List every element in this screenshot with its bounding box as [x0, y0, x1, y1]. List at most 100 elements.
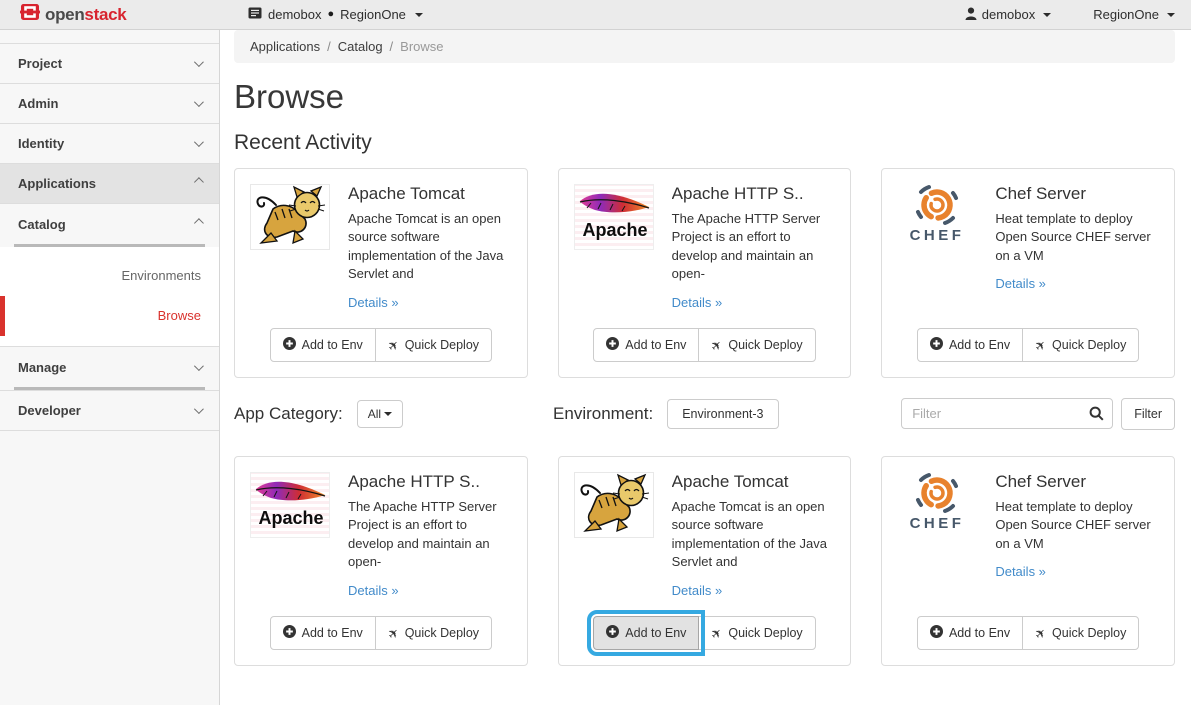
- quick-deploy-button[interactable]: ✈ Quick Deploy: [698, 616, 815, 650]
- quick-deploy-button[interactable]: ✈ Quick Deploy: [375, 616, 492, 650]
- details-link[interactable]: Details »: [995, 276, 1046, 291]
- brand-text: openstack: [45, 5, 126, 25]
- user-menu-label: demobox: [982, 7, 1035, 22]
- catalog-children: Environments Browse: [0, 247, 219, 347]
- app-card: Apache Apache HTTP S.. The Apache HTTP S…: [558, 168, 852, 378]
- person-icon: [965, 7, 977, 23]
- openstack-mark-icon: [20, 3, 40, 26]
- rocket-icon: ✈: [708, 337, 725, 354]
- app-description: Apache Tomcat is an open source software…: [672, 498, 836, 572]
- app-description: The Apache HTTP Server Project is an eff…: [672, 210, 836, 284]
- rocket-icon: ✈: [708, 625, 725, 642]
- details-link[interactable]: Details »: [672, 295, 723, 310]
- quick-deploy-button[interactable]: ✈ Quick Deploy: [1022, 616, 1139, 650]
- recent-activity-title: Recent Activity: [234, 131, 1191, 155]
- breadcrumb-catalog[interactable]: Catalog: [338, 39, 383, 54]
- chef-logo: CHEF: [897, 184, 977, 250]
- page-title: Browse: [234, 78, 1191, 116]
- quick-deploy-button[interactable]: ✈ Quick Deploy: [375, 328, 492, 362]
- quick-deploy-button[interactable]: ✈ Quick Deploy: [1022, 328, 1139, 362]
- rocket-icon: ✈: [1032, 625, 1049, 642]
- plus-circle-icon: [930, 337, 943, 353]
- apache-logo: Apache: [574, 184, 654, 250]
- app-description: Heat template to deploy Open Source CHEF…: [995, 498, 1159, 553]
- chevron-down-icon: [384, 412, 392, 416]
- sidebar-top-strip: [0, 30, 219, 44]
- add-to-env-button[interactable]: Add to Env: [270, 328, 376, 362]
- top-navbar: openstack demobox ● RegionOne demobox Re…: [0, 0, 1191, 30]
- details-link[interactable]: Details »: [348, 583, 399, 598]
- svg-text:CHEF: CHEF: [910, 227, 965, 244]
- plus-circle-icon: [606, 337, 619, 353]
- plus-circle-icon: [606, 625, 619, 641]
- app-card: CHEF Chef Server Heat template to deploy…: [881, 168, 1175, 378]
- breadcrumb-separator: /: [327, 39, 331, 54]
- chevron-down-icon: [194, 137, 204, 147]
- rocket-icon: ✈: [385, 625, 402, 642]
- chevron-down-icon: [194, 404, 204, 414]
- sidebar-item-browse[interactable]: Browse: [0, 296, 219, 336]
- app-title: Apache Tomcat: [348, 184, 512, 204]
- chevron-down-icon: [194, 97, 204, 107]
- search-icon: [1089, 406, 1104, 426]
- plus-circle-icon: [930, 625, 943, 641]
- app-title: Chef Server: [995, 184, 1159, 204]
- app-card: Apache Tomcat Apache Tomcat is an open s…: [234, 168, 528, 378]
- app-description: Apache Tomcat is an open source software…: [348, 210, 512, 284]
- sidebar-group-catalog[interactable]: Catalog: [0, 204, 219, 244]
- sidebar-item-identity[interactable]: Identity: [0, 124, 219, 164]
- add-to-env-button[interactable]: Add to Env: [917, 328, 1023, 362]
- app-card: Apache Tomcat Apache Tomcat is an open s…: [558, 456, 852, 666]
- app-category-label: App Category:: [234, 404, 343, 424]
- quick-deploy-button[interactable]: ✈ Quick Deploy: [698, 328, 815, 362]
- app-title: Chef Server: [995, 472, 1159, 492]
- details-link[interactable]: Details »: [348, 295, 399, 310]
- openstack-logo[interactable]: openstack: [0, 3, 220, 26]
- app-category-dropdown[interactable]: All: [357, 400, 403, 428]
- breadcrumb-applications[interactable]: Applications: [250, 39, 320, 54]
- app-title: Apache Tomcat: [672, 472, 836, 492]
- sidebar-group-manage[interactable]: Manage: [0, 347, 219, 387]
- region-menu[interactable]: RegionOne: [1093, 7, 1175, 22]
- add-to-env-button[interactable]: Add to Env: [593, 616, 699, 650]
- manage-group-wrap: Manage: [0, 347, 219, 391]
- filter-button[interactable]: Filter: [1121, 398, 1175, 430]
- app-description: Heat template to deploy Open Source CHEF…: [995, 210, 1159, 265]
- sidebar-item-environments[interactable]: Environments: [0, 256, 219, 296]
- environment-label: Environment:: [553, 404, 653, 424]
- add-to-env-button[interactable]: Add to Env: [270, 616, 376, 650]
- app-description: The Apache HTTP Server Project is an eff…: [348, 498, 512, 572]
- breadcrumb-browse: Browse: [400, 39, 443, 54]
- chevron-up-icon: [194, 177, 204, 187]
- chevron-down-icon: [415, 13, 423, 17]
- context-separator-dot: ●: [327, 9, 334, 20]
- sidebar-item-applications[interactable]: Applications: [0, 164, 219, 204]
- sidebar-nav: Project Admin Identity Applications Cata…: [0, 30, 220, 705]
- filter-input[interactable]: [901, 398, 1113, 429]
- chevron-up-icon: [194, 218, 204, 228]
- environment-button[interactable]: Environment-3: [667, 399, 778, 429]
- add-to-env-button[interactable]: Add to Env: [593, 328, 699, 362]
- context-region: RegionOne: [340, 7, 406, 22]
- user-menu[interactable]: demobox: [965, 7, 1051, 23]
- sidebar-group-developer[interactable]: Developer: [0, 391, 219, 431]
- apache-logo: Apache: [250, 472, 330, 538]
- sidebar-item-admin[interactable]: Admin: [0, 84, 219, 124]
- tomcat-logo: [250, 184, 330, 250]
- svg-text:Apache: Apache: [258, 508, 323, 528]
- region-menu-label: RegionOne: [1093, 7, 1159, 22]
- rocket-icon: ✈: [1032, 337, 1049, 354]
- app-title: Apache HTTP S..: [672, 184, 836, 204]
- project-region-switcher[interactable]: demobox ● RegionOne: [248, 7, 423, 22]
- recent-activity-cards: Apache Tomcat Apache Tomcat is an open s…: [234, 168, 1175, 378]
- rocket-icon: ✈: [385, 337, 402, 354]
- chef-logo: CHEF: [897, 472, 977, 538]
- project-list-icon: [248, 7, 262, 22]
- context-project: demobox: [268, 7, 321, 22]
- sidebar-item-project[interactable]: Project: [0, 44, 219, 84]
- details-link[interactable]: Details »: [672, 583, 723, 598]
- add-to-env-button[interactable]: Add to Env: [917, 616, 1023, 650]
- details-link[interactable]: Details »: [995, 564, 1046, 579]
- chevron-down-icon: [1167, 13, 1175, 17]
- svg-text:Apache: Apache: [582, 220, 647, 240]
